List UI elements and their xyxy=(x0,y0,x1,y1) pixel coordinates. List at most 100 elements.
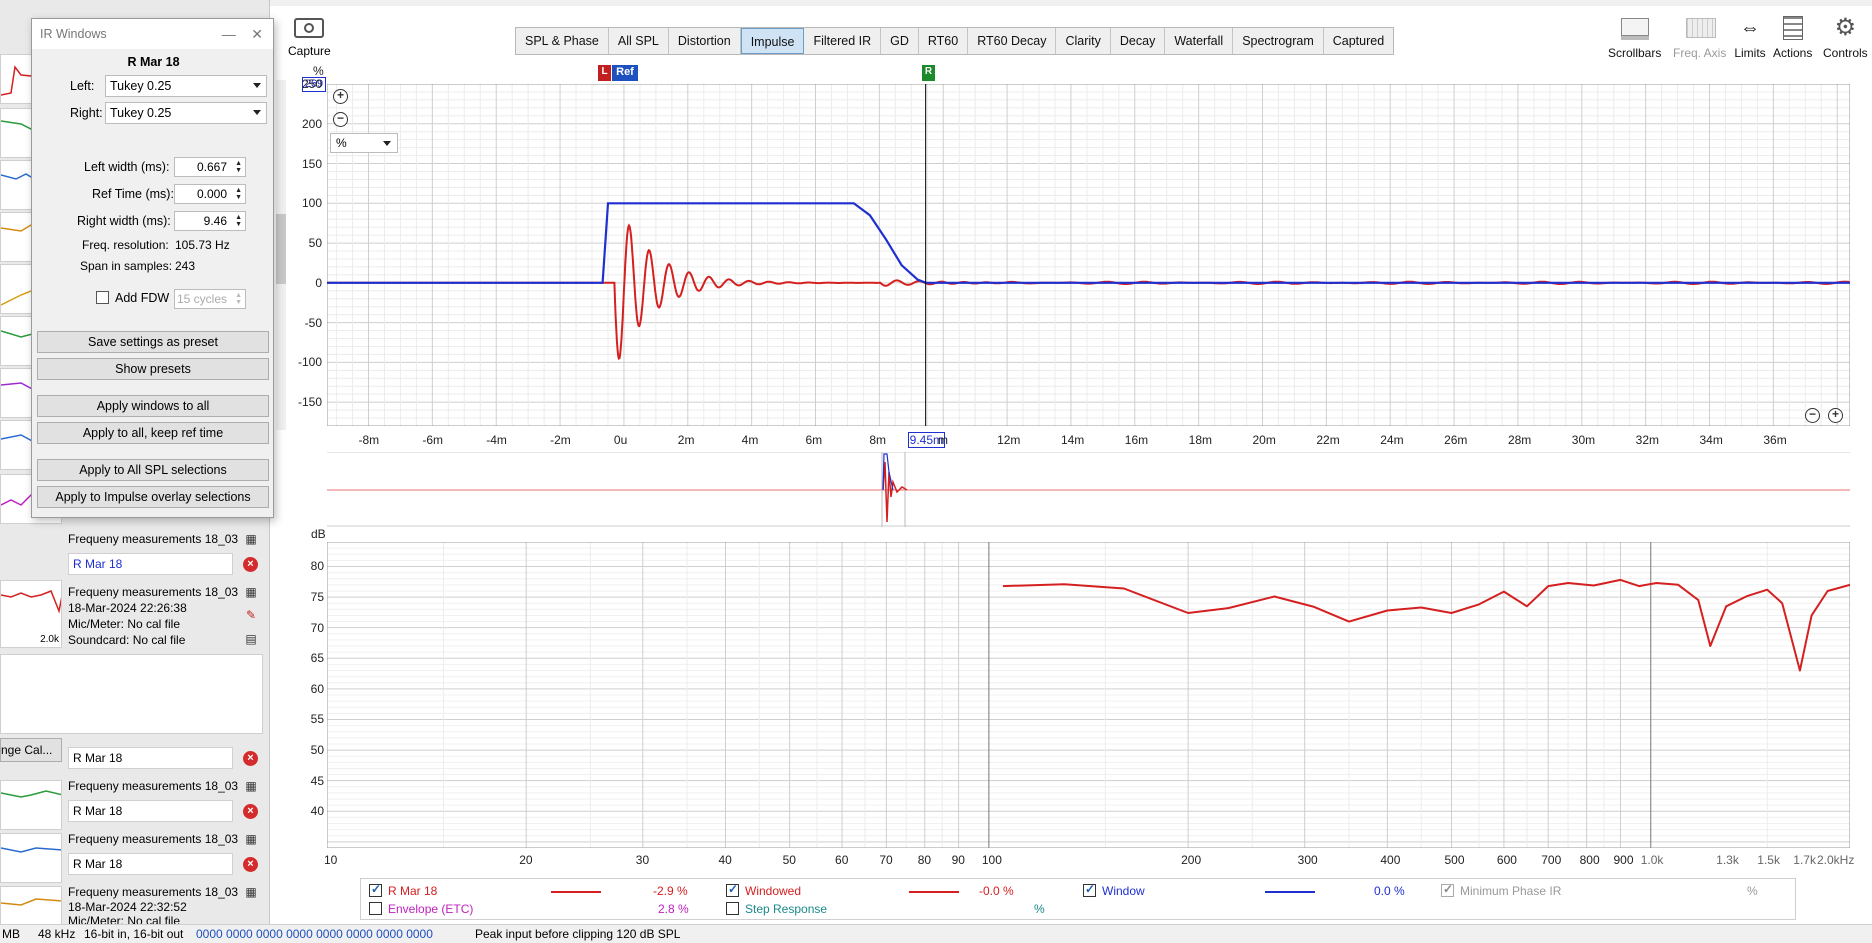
tab-decay[interactable]: Decay xyxy=(1111,28,1166,54)
range-cal-button[interactable]: nge Cal... xyxy=(0,738,62,762)
graph-icon[interactable]: ▦ xyxy=(244,832,258,846)
tab-all-spl[interactable]: All SPL xyxy=(609,28,669,54)
fdw-cycles-stepper[interactable]: 15 cycles ▲ ▼ xyxy=(174,289,246,309)
spl-x-tick: 700 xyxy=(1541,853,1562,867)
tab-rt60[interactable]: RT60 xyxy=(919,28,969,54)
pen-icon[interactable]: ✎ xyxy=(244,608,258,622)
impulse-overview[interactable] xyxy=(327,452,1850,527)
impulse-x-tick: 2m xyxy=(677,433,695,447)
ref-time-stepper[interactable]: 0.000 ▲ ▼ xyxy=(174,184,246,204)
chevron-down-icon xyxy=(383,141,391,146)
panel-scrollbar-thumb[interactable] xyxy=(276,214,286,284)
zoom-in-icon[interactable]: + xyxy=(333,89,348,104)
apply-windows-all-button[interactable]: Apply windows to all xyxy=(37,395,269,417)
legend-line xyxy=(551,891,601,893)
impulse-y-tick: 50 xyxy=(308,236,322,251)
right-width-stepper[interactable]: 9.46 ▲ ▼ xyxy=(174,211,246,231)
measurement-name-input[interactable]: R Mar 18 xyxy=(68,800,233,822)
checkbox-icon xyxy=(1441,882,1454,897)
right-width-label: Right width (ms): xyxy=(77,214,171,228)
tab-waterfall[interactable]: Waterfall xyxy=(1165,28,1234,54)
notes-area[interactable] xyxy=(0,654,263,734)
impulse-x-tick: 24m xyxy=(1380,433,1404,447)
graph-icon[interactable]: ▦ xyxy=(244,885,258,899)
tab-distortion[interactable]: Distortion xyxy=(669,28,741,54)
freq-axis-button[interactable]: Freq. Axis xyxy=(1673,14,1726,60)
zoom-out-x-icon[interactable]: − xyxy=(1805,408,1820,423)
spl-y-unit: dB xyxy=(311,527,326,541)
impulse-x-tick: 4m xyxy=(741,433,759,447)
remove-measurement-icon[interactable]: × xyxy=(243,857,258,872)
legend-value: 2.8 % xyxy=(658,902,689,916)
tab-gd[interactable]: GD xyxy=(881,28,919,54)
spl-x-tick: 900 xyxy=(1613,853,1634,867)
freq-resolution-label: Freq. resolution: xyxy=(82,238,169,252)
graph-icon[interactable]: ▦ xyxy=(244,585,258,599)
minimize-icon[interactable]: — xyxy=(222,26,236,42)
impulse-x-tick: 14m xyxy=(1060,433,1085,447)
remove-measurement-icon[interactable]: × xyxy=(243,751,258,766)
status-peak-input: Peak input before clipping 120 dB SPL xyxy=(475,927,681,941)
apply-impulse-selections-button[interactable]: Apply to Impulse overlay selections xyxy=(37,486,269,508)
mic-cal-info: Mic/Meter: No cal file xyxy=(68,914,181,924)
right-window-marker[interactable]: R xyxy=(922,65,935,81)
tab-clarity[interactable]: Clarity xyxy=(1056,28,1111,54)
left-window-select[interactable]: Tukey 0.25 xyxy=(105,75,267,97)
apply-spl-selections-button[interactable]: Apply to All SPL selections xyxy=(37,459,269,481)
right-window-select[interactable]: Tukey 0.25 xyxy=(105,102,267,124)
scrollbars-button[interactable]: Scrollbars xyxy=(1608,14,1661,60)
tab-rt60-decay[interactable]: RT60 Decay xyxy=(968,28,1057,54)
measurement-thumbnail-selected[interactable]: 2.0k xyxy=(0,580,62,648)
left-window-marker[interactable]: L xyxy=(598,65,611,81)
legend-line xyxy=(909,891,959,893)
spl-graph[interactable] xyxy=(327,542,1850,848)
tab-captured[interactable]: Captured xyxy=(1324,28,1393,54)
measurement-thumbnail[interactable] xyxy=(0,833,62,883)
impulse-y-tick: -100 xyxy=(297,355,322,370)
graph-icon[interactable]: ▦ xyxy=(244,532,258,546)
actions-button[interactable]: Actions xyxy=(1773,14,1812,60)
capture-button[interactable]: Capture xyxy=(288,18,331,58)
tab-spectrogram[interactable]: Spectrogram xyxy=(1233,28,1324,54)
controls-button[interactable]: ⚙ Controls xyxy=(1823,14,1868,60)
tab-filtered-ir[interactable]: Filtered IR xyxy=(804,28,882,54)
graph-icon[interactable]: ▦ xyxy=(244,779,258,793)
impulse-x-tick: 26m xyxy=(1444,433,1468,447)
dialog-titlebar[interactable]: IR Windows — ✕ xyxy=(32,19,273,49)
legend-item-r-mar-18[interactable]: R Mar 18 xyxy=(369,882,437,898)
spl-x-tick: 500 xyxy=(1444,853,1465,867)
legend-item-minimum-phase[interactable]: Minimum Phase IR xyxy=(1441,882,1561,898)
apply-keep-ref-button[interactable]: Apply to all, keep ref time xyxy=(37,422,269,444)
spl-x-tick: 100 xyxy=(981,853,1002,867)
legend-item-windowed[interactable]: Windowed xyxy=(726,882,801,898)
limits-button[interactable]: ⇔ Limits xyxy=(1732,14,1768,60)
measurement-name-input[interactable]: R Mar 18 xyxy=(68,853,233,875)
impulse-graph[interactable] xyxy=(327,84,1850,426)
tab-spl-phase[interactable]: SPL & Phase xyxy=(516,28,609,54)
legend-item-step-response[interactable]: Step Response xyxy=(726,902,827,916)
legend-item-window[interactable]: Window xyxy=(1083,882,1145,898)
spl-y-tick: 55 xyxy=(310,712,324,727)
spl-x-tick: 1.5k xyxy=(1757,853,1780,867)
capture-label: Capture xyxy=(288,44,331,58)
legend-item-envelope[interactable]: Envelope (ETC) xyxy=(369,902,473,916)
remove-measurement-icon[interactable]: × xyxy=(243,804,258,819)
measurement-name-input[interactable]: R Mar 18 xyxy=(68,553,233,575)
remove-measurement-icon[interactable]: × xyxy=(243,557,258,572)
limits-icon: ⇔ xyxy=(1740,17,1760,39)
tab-impulse[interactable]: Impulse xyxy=(740,28,805,54)
spl-x-tick: 90 xyxy=(951,853,965,867)
measurement-thumbnail[interactable] xyxy=(0,780,62,830)
unit-select[interactable]: % xyxy=(330,133,398,153)
legend-value: 0.0 % xyxy=(1374,884,1405,898)
close-icon[interactable]: ✕ xyxy=(251,26,263,42)
zoom-in-x-icon[interactable]: + xyxy=(1828,408,1843,423)
add-fdw-checkbox[interactable]: Add FDW xyxy=(96,291,169,305)
ref-marker[interactable]: Ref xyxy=(612,65,638,81)
document-icon[interactable]: ▤ xyxy=(244,632,258,646)
save-preset-button[interactable]: Save settings as preset xyxy=(37,331,269,353)
zoom-out-icon[interactable]: − xyxy=(333,112,348,127)
measurement-name-input[interactable]: R Mar 18 xyxy=(68,747,233,769)
left-width-stepper[interactable]: 0.667 ▲ ▼ xyxy=(174,157,246,177)
show-presets-button[interactable]: Show presets xyxy=(37,358,269,380)
